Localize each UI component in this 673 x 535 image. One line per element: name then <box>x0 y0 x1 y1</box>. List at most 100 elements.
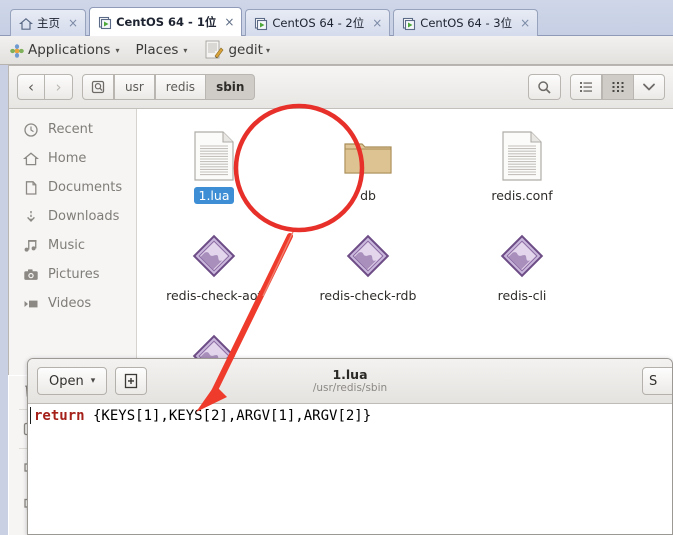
home-icon <box>18 17 34 30</box>
download-icon <box>23 209 39 225</box>
open-button-label: Open <box>49 373 84 389</box>
code-body: {KEYS[1],KEYS[2],ARGV[1],ARGV[2]} <box>84 408 372 424</box>
file-item-1.lua[interactable]: 1.lua <box>137 123 291 223</box>
sidebar: Recent Home Documents Downloads Music Picture… <box>9 109 137 375</box>
new-document-icon <box>125 373 138 389</box>
sidebar-item-label: Recent <box>48 122 93 137</box>
breadcrumb-usr[interactable]: usr <box>114 74 155 100</box>
chevron-down-icon: ▾ <box>183 45 188 55</box>
breadcrumb-label: usr <box>125 80 144 94</box>
sidebar-item-music[interactable]: Music <box>9 231 136 260</box>
search-button-group <box>528 74 561 100</box>
vmware-tab-2[interactable]: CentOS 64 - 2位 × <box>245 9 391 36</box>
device-icon[interactable] <box>82 74 114 100</box>
file-manager-body: Recent Home Documents Downloads Music Picture… <box>9 109 673 403</box>
screen: 主页 × CentOS 64 - 1位 × CentOS 64 - 2位 × CentOS … <box>0 0 673 535</box>
file-item-label: redis.conf <box>491 188 553 203</box>
sidebar-item-label: Home <box>48 151 87 166</box>
vmware-tab-0[interactable]: 主页 × <box>10 9 87 36</box>
vmware-tab-label: CentOS 64 - 2位 <box>272 16 365 30</box>
close-icon[interactable]: × <box>520 16 530 30</box>
music-icon <box>23 238 39 254</box>
breadcrumb-label: sbin <box>216 80 245 94</box>
close-icon[interactable]: × <box>68 16 78 30</box>
vmware-tab-strip: 主页 × CentOS 64 - 1位 × CentOS 64 - 2位 × CentOS … <box>0 0 673 36</box>
places-label: Places <box>135 42 179 58</box>
camera-icon <box>23 267 39 283</box>
places-menu[interactable]: Places ▾ <box>135 42 187 58</box>
sidebar-item-recent[interactable]: Recent <box>9 115 136 144</box>
sidebar-item-documents[interactable]: Documents <box>9 173 136 202</box>
sidebar-item-label: Pictures <box>48 267 100 282</box>
file-document-icon <box>502 127 542 185</box>
folder-icon <box>343 127 393 185</box>
gedit-text-editor[interactable]: return {KEYS[1],KEYS[2],ARGV[1],ARGV[2]} <box>28 404 672 534</box>
vmware-tab-3[interactable]: CentOS 64 - 3位 × <box>393 9 539 36</box>
nav-buttons: ‹ › <box>17 74 73 100</box>
document-icon <box>23 180 39 196</box>
executable-file-icon <box>191 227 237 285</box>
vm-icon <box>402 17 416 30</box>
search-icon[interactable] <box>528 74 561 100</box>
view-options-menu[interactable] <box>634 74 665 100</box>
breadcrumb-sbin[interactable]: sbin <box>206 74 256 100</box>
back-button[interactable]: ‹ <box>17 74 45 100</box>
clock-icon <box>23 122 39 138</box>
chevron-down-icon: ▾ <box>265 45 270 55</box>
breadcrumb: usr redis sbin <box>82 74 256 100</box>
vmware-tab-label: CentOS 64 - 1位 <box>116 15 217 29</box>
home-icon <box>23 151 39 167</box>
list-view-icon[interactable] <box>570 74 602 100</box>
file-item-redis-check-aof[interactable]: redis-check-aof <box>137 223 291 323</box>
file-item-redis-cli[interactable]: redis-cli <box>445 223 599 323</box>
sidebar-item-downloads[interactable]: Downloads <box>9 202 136 231</box>
executable-file-icon <box>499 227 545 285</box>
vm-icon <box>254 17 268 30</box>
file-item-label: db <box>360 188 376 203</box>
executable-file-icon <box>345 227 391 285</box>
file-item-label: 1.lua <box>193 187 235 204</box>
gedit-window: Open ▾ 1.lua /usr/redis/sbin S return {K… <box>27 358 673 535</box>
new-document-button[interactable] <box>115 367 148 395</box>
breadcrumb-redis[interactable]: redis <box>154 74 207 100</box>
close-icon[interactable]: × <box>372 16 382 30</box>
gedit-header-bar: Open ▾ 1.lua /usr/redis/sbin S <box>28 359 672 404</box>
app-menu-label: gedit <box>228 42 263 58</box>
save-button-label: S <box>649 373 658 389</box>
forward-button[interactable]: › <box>45 74 73 100</box>
code-line-1: return {KEYS[1],KEYS[2],ARGV[1],ARGV[2]} <box>30 407 672 426</box>
desktop-background <box>0 65 8 535</box>
file-grid-area[interactable]: 1.lua db redis.conf redis-check-aof redis-ch… <box>137 109 673 403</box>
sidebar-item-label: Documents <box>48 180 123 195</box>
close-icon[interactable]: × <box>224 15 234 29</box>
file-item-label: redis-cli <box>497 288 547 303</box>
sidebar-item-label: Downloads <box>48 209 120 224</box>
vmware-tab-1[interactable]: CentOS 64 - 1位 × <box>89 7 243 36</box>
gedit-document-title: 1.lua <box>332 367 368 382</box>
sidebar-item-label: Music <box>48 238 85 253</box>
save-button[interactable]: S <box>642 367 672 395</box>
applications-label: Applications <box>28 42 111 58</box>
chevron-down-icon: ▾ <box>90 376 96 386</box>
open-button[interactable]: Open ▾ <box>37 367 108 395</box>
file-item-redis-check-rdb[interactable]: redis-check-rdb <box>291 223 445 323</box>
file-manager-toolbar: ‹ › usr redis sbin <box>9 66 673 109</box>
file-item-label: redis-check-rdb <box>319 288 417 303</box>
code-keyword: return <box>34 408 85 424</box>
text-cursor <box>30 407 31 424</box>
sidebar-item-videos[interactable]: Videos <box>9 289 136 318</box>
chevron-down-icon: ▾ <box>115 45 120 55</box>
vmware-tab-label: 主页 <box>37 16 60 30</box>
sidebar-item-label: Videos <box>48 296 92 311</box>
applications-menu[interactable]: Applications ▾ <box>10 42 119 58</box>
sidebar-item-pictures[interactable]: Pictures <box>9 260 136 289</box>
gedit-app-menu[interactable]: 1.lua gedit ▾ <box>203 39 270 61</box>
file-item-redis.conf[interactable]: redis.conf <box>445 123 599 223</box>
file-item-db[interactable]: db <box>291 123 445 223</box>
file-item-label: redis-check-aof <box>166 288 262 303</box>
file-document-icon <box>194 127 234 185</box>
applications-icon <box>10 43 24 58</box>
sidebar-item-home[interactable]: Home <box>9 144 136 173</box>
file-manager-window: ‹ › usr redis sbin Recent Home Documents… <box>8 65 673 403</box>
grid-view-icon[interactable] <box>602 74 634 100</box>
